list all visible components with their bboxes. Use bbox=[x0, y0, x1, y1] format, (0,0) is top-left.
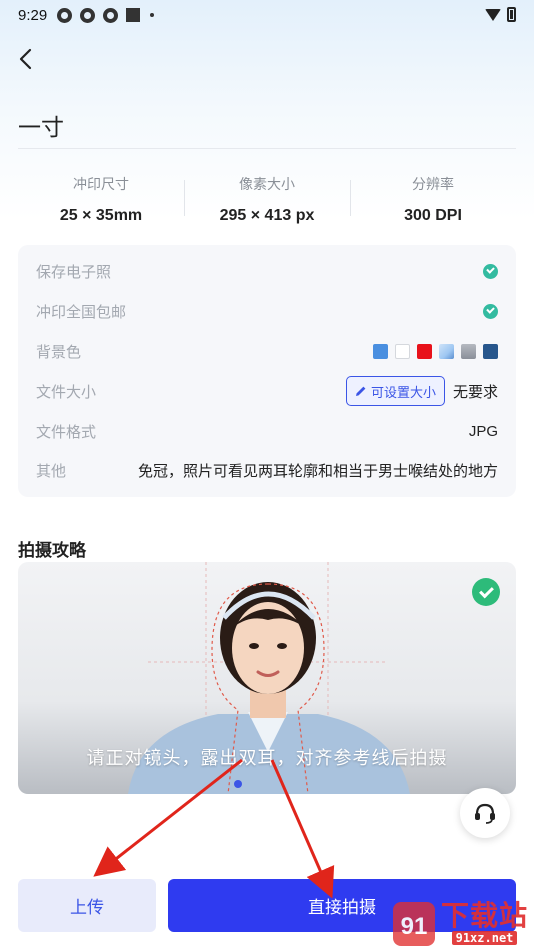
section-title: 拍摄攻略 bbox=[18, 541, 86, 561]
guide-caption: 请正对镜头，露出双耳，对齐参考线后拍摄 bbox=[86, 748, 448, 769]
check-icon bbox=[472, 578, 500, 606]
headset-icon bbox=[475, 803, 495, 824]
detail-row-print-shipping: 冲印全国包邮 bbox=[36, 297, 498, 325]
background-swatch[interactable] bbox=[439, 343, 454, 359]
battery-icon bbox=[507, 7, 516, 22]
set-size-label: 可设置大小 bbox=[370, 385, 436, 401]
spec-label: 像素大小 bbox=[239, 177, 295, 193]
stop-icon bbox=[126, 8, 141, 22]
detail-label: 文件大小 bbox=[36, 382, 97, 401]
check-icon bbox=[483, 263, 498, 279]
chevron-left-icon bbox=[19, 48, 32, 70]
spec-value: 25 × 35mm bbox=[59, 207, 143, 224]
pencil-icon bbox=[355, 386, 366, 396]
app-notification-icon bbox=[80, 7, 96, 23]
background-swatch[interactable] bbox=[483, 343, 498, 359]
spec-value: 300 DPI bbox=[404, 207, 462, 224]
detail-label: 文件格式 bbox=[36, 422, 97, 441]
detail-row-save-electronic: 保存电子照 bbox=[36, 257, 498, 285]
page-title: 一寸 bbox=[18, 115, 64, 141]
file-format-value: JPG bbox=[468, 422, 498, 440]
detail-row-file-size: 文件大小 可设置大小 无要求 bbox=[36, 376, 498, 406]
detail-label: 冲印全国包邮 bbox=[36, 302, 127, 321]
background-swatch[interactable] bbox=[461, 343, 476, 359]
spec-label: 分辨率 bbox=[412, 177, 454, 193]
customer-service-button[interactable] bbox=[460, 788, 510, 838]
background-swatch[interactable] bbox=[417, 343, 432, 359]
carousel-pager bbox=[234, 780, 242, 788]
file-size-value: 无要求 bbox=[452, 382, 498, 401]
shooting-guide-image[interactable]: 请正对镜头，露出双耳，对齐参考线后拍摄 bbox=[18, 562, 516, 794]
watermark-url: 91xz.net bbox=[451, 931, 518, 945]
detail-label: 背景色 bbox=[36, 342, 82, 361]
detail-label: 保存电子照 bbox=[36, 262, 112, 281]
detail-label: 其他 bbox=[36, 461, 67, 480]
set-size-button[interactable]: 可设置大小 bbox=[345, 376, 445, 406]
background-swatches bbox=[366, 343, 498, 359]
watermark-text: 下载站 bbox=[440, 899, 528, 932]
back-button[interactable] bbox=[10, 44, 40, 74]
site-watermark: 91 下载站 91xz.net bbox=[391, 898, 528, 948]
detail-row-other: 其他 免冠，照片可看见两耳轮廓和相当于男士喉结处的地方 bbox=[36, 456, 498, 484]
spec-value: 295 × 413 px bbox=[219, 207, 315, 224]
spec-pixel-size: 像素大小 295 × 413 px bbox=[184, 168, 350, 238]
more-notifications-icon bbox=[150, 13, 155, 17]
app-notification-icon bbox=[103, 7, 119, 23]
detail-row-background: 背景色 bbox=[36, 337, 498, 365]
spec-resolution: 分辨率 300 DPI bbox=[350, 168, 516, 238]
check-icon bbox=[483, 303, 498, 319]
status-bar: 9:29 bbox=[0, 0, 534, 30]
svg-text:91: 91 bbox=[401, 913, 428, 940]
upload-button[interactable]: 上传 bbox=[18, 879, 156, 932]
spec-print-size: 冲印尺寸 25 × 35mm bbox=[18, 168, 184, 238]
detail-row-file-format: 文件格式 JPG bbox=[36, 417, 498, 445]
spec-label: 冲印尺寸 bbox=[73, 177, 129, 193]
other-value: 免冠，照片可看见两耳轮廓和相当于男士喉结处的地方 bbox=[137, 461, 498, 480]
app-notification-icon bbox=[57, 7, 73, 23]
site-logo-icon: 91 bbox=[392, 902, 435, 946]
spec-summary: 冲印尺寸 25 × 35mm 像素大小 295 × 413 px 分辨率 300… bbox=[18, 168, 516, 238]
background-swatch[interactable] bbox=[395, 343, 410, 359]
background-swatch[interactable] bbox=[373, 343, 388, 359]
divider bbox=[18, 148, 516, 149]
detail-card: 保存电子照 冲印全国包邮 背景色 文件大小 可设置大小 无要求 文件格式 JPG… bbox=[18, 245, 516, 497]
pager-dot[interactable] bbox=[234, 780, 242, 788]
wifi-icon bbox=[485, 8, 501, 21]
status-time: 9:29 bbox=[18, 6, 48, 24]
